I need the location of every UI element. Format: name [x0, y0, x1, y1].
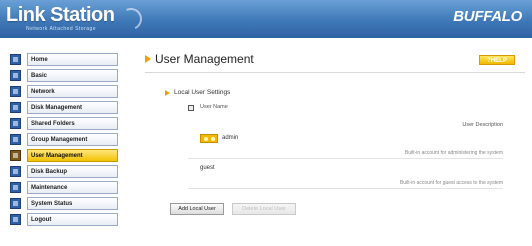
action-buttons: Add Local User Delete Local User — [170, 203, 296, 215]
sidebar-item-label[interactable]: Disk Management — [27, 101, 118, 114]
sidebar-item-disk-management[interactable]: Disk Management — [10, 101, 118, 114]
bullet-arrow-icon — [165, 89, 170, 96]
column-header-name: User Name — [200, 104, 228, 110]
delete-local-user-button[interactable]: Delete Local User — [232, 203, 296, 215]
section-title-text: Local User Settings — [174, 89, 231, 96]
basic-icon — [10, 70, 21, 81]
title-divider — [145, 72, 525, 73]
user-name[interactable]: admin — [222, 135, 238, 141]
sidebar-item-system-status[interactable]: System Status — [10, 197, 118, 210]
home-icon — [10, 54, 21, 65]
network-icon — [10, 86, 21, 97]
row-divider — [188, 158, 503, 159]
sidebar-item-label[interactable]: User Management — [27, 149, 118, 162]
brand-swoosh-icon — [116, 4, 146, 34]
select-all-checkbox[interactable] — [188, 105, 194, 111]
backup-icon — [10, 166, 21, 177]
sidebar-item-basic[interactable]: Basic — [10, 69, 118, 82]
section-title: Local User Settings — [165, 89, 230, 96]
sidebar-nav: Home Basic Network Disk Management Share… — [10, 53, 118, 229]
row-divider — [188, 188, 503, 189]
bullet-arrow-icon — [145, 55, 151, 63]
sidebar-item-label[interactable]: Logout — [27, 213, 118, 226]
admin-badge-icon — [200, 134, 218, 143]
user-description: Built-in account for administering the s… — [404, 150, 503, 156]
page-title-text: User Management — [155, 52, 254, 66]
sidebar-item-label[interactable]: Disk Backup — [27, 165, 118, 178]
disk-icon — [10, 102, 21, 113]
sidebar-item-label[interactable]: Group Management — [27, 133, 118, 146]
user-description: Built-in account for guest access to the… — [399, 180, 503, 186]
group-icon — [10, 134, 21, 145]
user-name[interactable]: guest — [200, 165, 215, 171]
main-content: User Management ?HELP Local User Setting… — [145, 52, 525, 215]
sidebar-item-label[interactable]: Maintenance — [27, 181, 118, 194]
add-local-user-button[interactable]: Add Local User — [170, 203, 224, 215]
sidebar-item-label[interactable]: Basic — [27, 69, 118, 82]
help-button[interactable]: ?HELP — [479, 55, 515, 65]
page-title: User Management — [145, 52, 525, 66]
sidebar-item-home[interactable]: Home — [10, 53, 118, 66]
sidebar-item-network[interactable]: Network — [10, 85, 118, 98]
sidebar-item-label[interactable]: Network — [27, 85, 118, 98]
sidebar-item-maintenance[interactable]: Maintenance — [10, 181, 118, 194]
app-tagline: Network Attached Storage — [26, 26, 97, 32]
sidebar-item-shared-folders[interactable]: Shared Folders — [10, 117, 118, 130]
logout-icon — [10, 214, 21, 225]
sidebar-item-group-management[interactable]: Group Management — [10, 133, 118, 146]
column-header-description: User Description — [462, 122, 503, 128]
maintenance-icon — [10, 182, 21, 193]
folder-icon — [10, 118, 21, 129]
user-table: User Name User Description admin Built-i… — [188, 104, 503, 189]
app-title: Link Station — [6, 4, 115, 26]
sidebar-item-user-management[interactable]: User Management — [10, 149, 118, 162]
sidebar-item-label[interactable]: Home — [27, 53, 118, 66]
table-header: User Name — [188, 104, 503, 114]
status-icon — [10, 198, 21, 209]
vendor-logo: BUFFALO — [453, 8, 522, 25]
user-icon — [10, 150, 21, 161]
sidebar-item-disk-backup[interactable]: Disk Backup — [10, 165, 118, 178]
sidebar-item-label[interactable]: System Status — [27, 197, 118, 210]
sidebar-item-label[interactable]: Shared Folders — [27, 117, 118, 130]
sidebar-item-logout[interactable]: Logout — [10, 213, 118, 226]
app-header: Link Station Network Attached Storage BU… — [0, 0, 532, 38]
